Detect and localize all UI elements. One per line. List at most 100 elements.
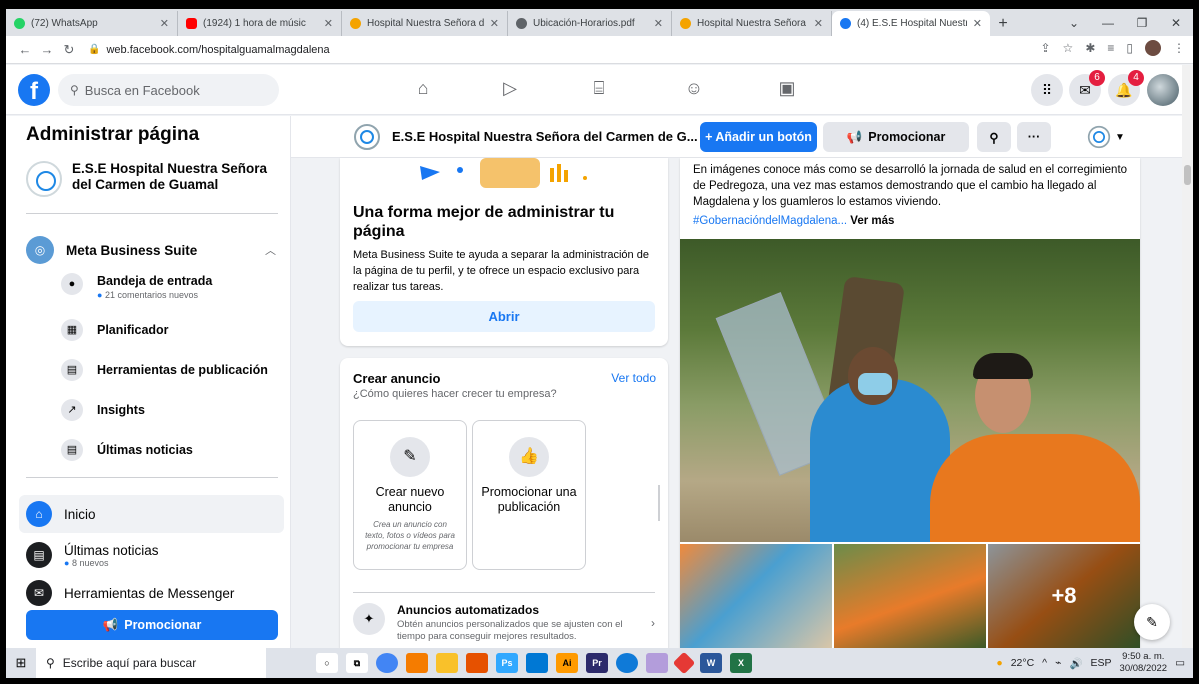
more-options-button[interactable]: ··· (1017, 122, 1051, 152)
browser-tab[interactable]: (72) WhatsApp ✕ (6, 11, 178, 36)
new-message-icon[interactable]: ✎ (1134, 604, 1170, 640)
post-main-photo[interactable] (680, 239, 1140, 542)
close-tab-icon[interactable]: ✕ (490, 17, 499, 30)
illustrator-icon[interactable]: Ai (556, 653, 578, 673)
page-title[interactable]: E.S.E Hospital Nuestra Señora del Carmen… (392, 129, 698, 144)
edge-icon[interactable] (616, 653, 638, 673)
messenger-icon[interactable]: ✉ 6 (1069, 70, 1105, 106)
search-page-button[interactable]: ⚲ (977, 122, 1011, 152)
extensions-icon[interactable]: ✱ (1085, 41, 1095, 55)
forward-icon[interactable]: → (36, 42, 58, 57)
facebook-logo-icon[interactable]: f (18, 74, 50, 106)
sidebar-item-publishing-tools[interactable]: ▤ Herramientas de publicación (61, 359, 268, 381)
post-photo-thumbnail[interactable] (834, 544, 986, 648)
sidebar-item-home[interactable]: ⌂ Inicio (19, 495, 284, 533)
sidebar-item-planner[interactable]: ▦ Planificador (61, 319, 169, 341)
weather-icon[interactable]: ● (996, 657, 1002, 669)
new-tab-button[interactable]: + (990, 11, 1016, 36)
boost-post-option[interactable]: 👍 Promocionar una publicación (472, 420, 586, 570)
notification-center-icon[interactable]: ▭ (1175, 657, 1185, 669)
browser-menu-icon[interactable]: ⋮ (1173, 41, 1185, 55)
home-icon[interactable]: ⌂ (410, 78, 436, 102)
restore-icon[interactable]: ❐ (1125, 16, 1159, 30)
account-avatar[interactable] (1147, 74, 1179, 106)
marketplace-icon[interactable]: ⌸ (586, 78, 612, 102)
network-icon[interactable]: ⌁ (1055, 657, 1061, 669)
create-new-ad-option[interactable]: ✎ Crear nuevo anuncio Crea un anuncio co… (353, 420, 467, 570)
sidebar-item-messenger-tools[interactable]: ✉ Herramientas de Messenger (19, 579, 284, 607)
automated-ads-title: Anuncios automatizados (397, 603, 540, 617)
hashtag-link[interactable]: #GobernacióndelMagdalena... (693, 215, 847, 227)
hospital-logo[interactable] (353, 123, 381, 151)
promote-button[interactable]: 📢 Promocionar (26, 610, 278, 640)
menu-grid-icon[interactable]: ⠿ (1031, 74, 1063, 106)
cortana-icon[interactable]: ○ (316, 653, 338, 673)
browser-tab[interactable]: (1924) 1 hora de músic ✕ (178, 11, 342, 36)
gaming-icon[interactable]: ▣ (774, 78, 800, 102)
chrome-icon[interactable] (376, 653, 398, 673)
see-all-link[interactable]: Ver todo (611, 371, 656, 385)
share-icon[interactable]: ⇪ (1040, 41, 1050, 55)
windows-start-icon[interactable]: ⊞ (6, 655, 36, 671)
weather-temp[interactable]: 22°C (1011, 657, 1034, 669)
sidebar-item-insights[interactable]: ↗ Insights (61, 399, 145, 421)
taskbar-search-input[interactable]: ⚲ Escribe aquí para buscar (36, 648, 266, 678)
vlc-icon[interactable] (406, 653, 428, 673)
photoshop-icon[interactable]: Ps (496, 653, 518, 673)
tray-chevron-up-icon[interactable]: ^ (1042, 657, 1047, 669)
reload-icon[interactable]: ↻ (58, 42, 80, 58)
close-tab-icon[interactable]: ✕ (973, 17, 982, 30)
url-field[interactable]: 🔒 web.facebook.com/hospitalguamalmagdale… (88, 44, 330, 56)
anydesk-icon[interactable] (672, 651, 696, 675)
notifications-bell-icon[interactable]: 🔔 4 (1108, 70, 1144, 106)
scrollbar-thumb[interactable] (1184, 165, 1191, 185)
add-button-button[interactable]: + Añadir un botón (700, 122, 817, 152)
volume-icon[interactable]: 🔊 (1069, 657, 1082, 670)
automated-ads-row[interactable]: ✦ Anuncios automatizados Obtén anuncios … (353, 603, 655, 643)
minimize-icon[interactable]: — (1091, 16, 1125, 30)
back-icon[interactable]: ← (14, 42, 36, 57)
sidebar-item-latest-news[interactable]: ▤ Últimas noticias (61, 439, 193, 461)
browser-tab[interactable]: Hospital Nuestra Señora de ✕ (342, 11, 508, 36)
tab-label: (4) E.S.E Hospital Nuestra S (857, 18, 967, 29)
sidebar-item-news[interactable]: ▤ Últimas noticias ● 8 nuevos (19, 536, 284, 574)
side-panel-icon[interactable]: ▯ (1126, 41, 1133, 55)
tab-search-icon[interactable]: ⌄ (1057, 16, 1091, 30)
close-window-icon[interactable]: ✕ (1159, 16, 1193, 30)
close-tab-icon[interactable]: ✕ (160, 17, 169, 30)
language-indicator[interactable]: ESP (1091, 657, 1112, 669)
close-tab-icon[interactable]: ✕ (324, 17, 333, 30)
browser-tab[interactable]: Ubicación-Horarios.pdf ✕ (508, 11, 672, 36)
paint-icon[interactable] (646, 653, 668, 673)
see-more-link[interactable]: Ver más (850, 215, 894, 227)
excel-icon[interactable]: X (730, 653, 752, 673)
meta-business-suite-toggle[interactable]: ◎ Meta Business Suite ︿ (26, 236, 276, 264)
reading-list-icon[interactable]: ≡ (1107, 41, 1114, 55)
store-icon[interactable] (526, 653, 548, 673)
page-identity[interactable]: E.S.E Hospital Nuestra Señora del Carmen… (26, 161, 282, 197)
facebook-search-input[interactable]: ⚲ Busca en Facebook (58, 74, 279, 106)
browser-tab[interactable]: Hospital Nuestra Señora de ✕ (672, 11, 832, 36)
page-switcher-button[interactable]: ▼ (1081, 122, 1131, 152)
watch-icon[interactable]: ▷ (497, 78, 523, 102)
sidebar-item-inbox[interactable]: ● Bandeja de entrada ● 21 comentarios nu… (61, 273, 212, 301)
app-icon[interactable] (466, 653, 488, 673)
task-view-icon[interactable]: ⧉ (346, 653, 368, 673)
close-tab-icon[interactable]: ✕ (654, 17, 663, 30)
file-explorer-icon[interactable] (436, 653, 458, 673)
url-text: web.facebook.com/hospitalguamalmagdalena (106, 43, 330, 56)
promote-header-button[interactable]: 📢 Promocionar (823, 122, 969, 152)
post-photo-thumbnail[interactable]: +8 (988, 544, 1140, 648)
premiere-icon[interactable]: Pr (586, 653, 608, 673)
open-suite-button[interactable]: Abrir (353, 301, 655, 332)
word-icon[interactable]: W (700, 653, 722, 673)
bookmark-star-icon[interactable]: ☆ (1063, 41, 1074, 55)
post-photo-thumbnail[interactable] (680, 544, 832, 648)
close-tab-icon[interactable]: ✕ (814, 17, 823, 30)
page-scrollbar[interactable] (1182, 65, 1193, 648)
taskbar-clock[interactable]: 9:50 a. m. 30/08/2022 (1120, 651, 1168, 675)
profile-avatar[interactable] (1145, 40, 1161, 56)
groups-icon[interactable]: ☺ (681, 78, 707, 102)
browser-tab-active[interactable]: (4) E.S.E Hospital Nuestra S ✕ (832, 11, 990, 36)
hospital-icon (680, 18, 691, 29)
